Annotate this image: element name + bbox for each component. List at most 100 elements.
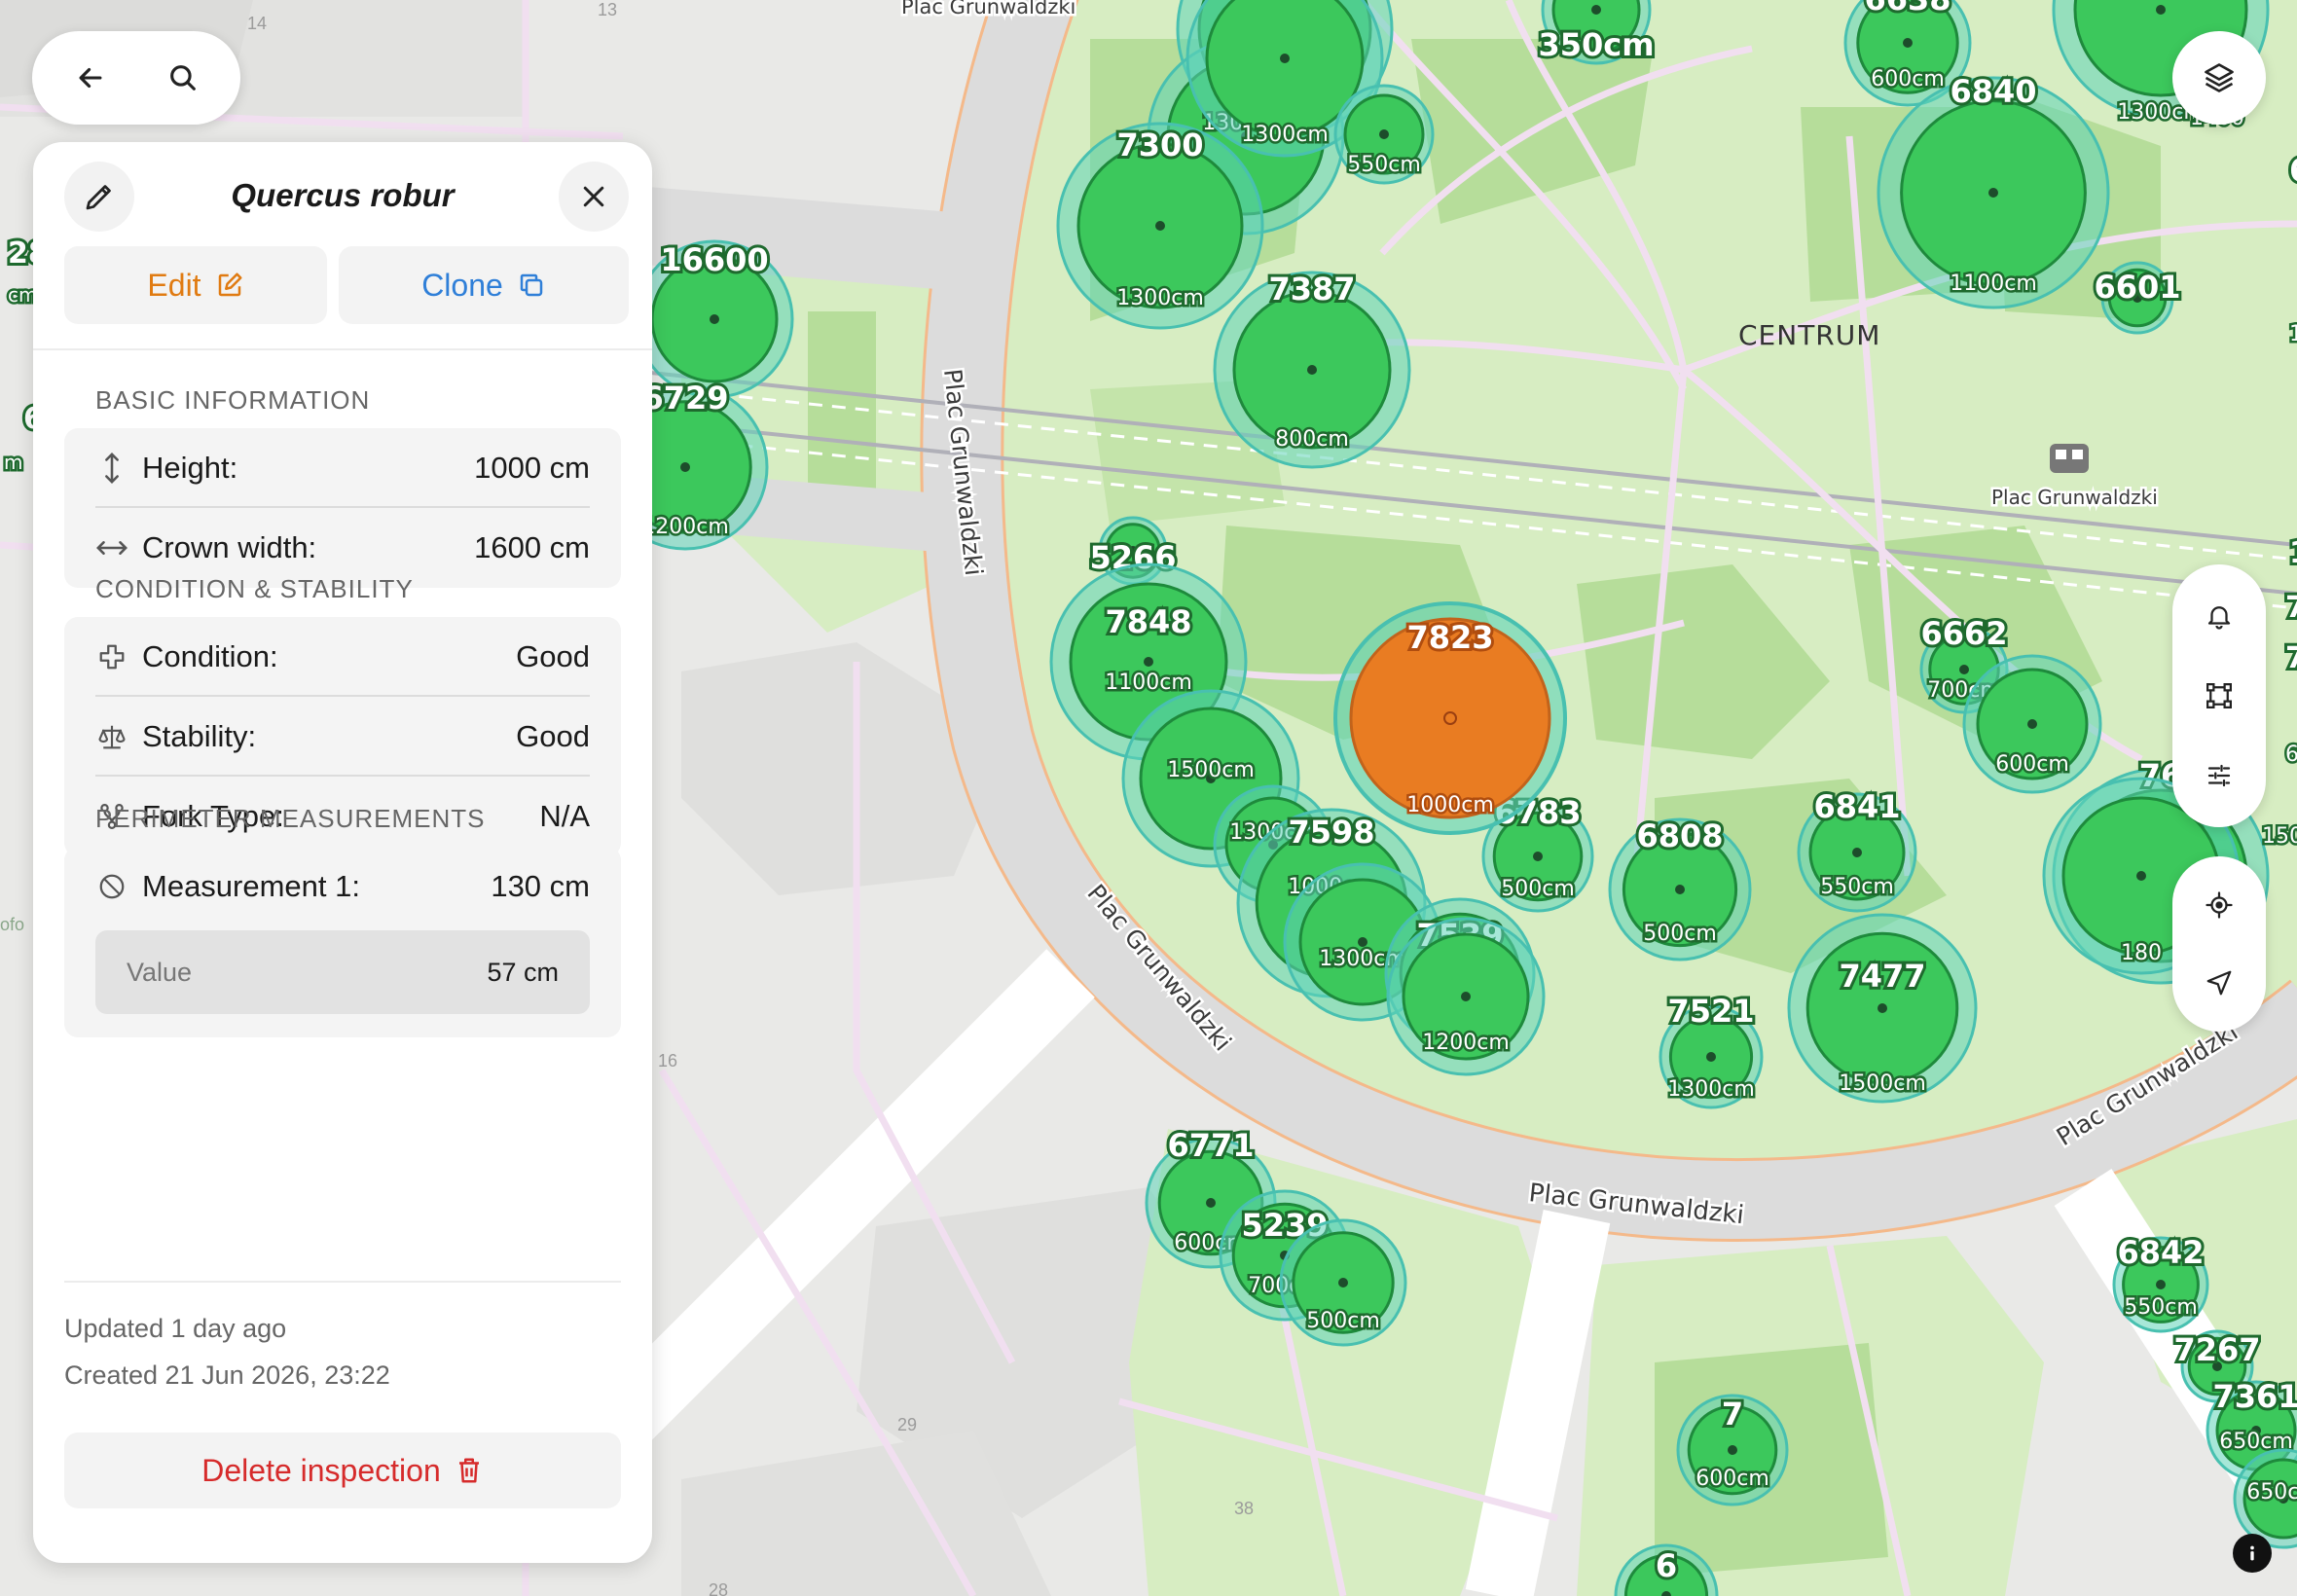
measurement-row: Measurement 1: 130 cm xyxy=(64,847,621,926)
layers-button[interactable] xyxy=(2172,31,2266,125)
back-button[interactable] xyxy=(55,43,126,113)
tree-crown-label: 1500cm xyxy=(1839,1071,1926,1096)
condition-row: Condition: Good xyxy=(64,617,621,697)
search-button[interactable] xyxy=(148,43,218,113)
tree-id-label: 6662 xyxy=(1920,615,2007,652)
height-label: Height: xyxy=(142,451,238,485)
map-tools xyxy=(2172,564,2266,827)
tree-inspection-panel: Quercus robur Edit Clone BASIC INFORMATI… xyxy=(33,142,652,1563)
height-value: 1000 cm xyxy=(474,451,590,485)
info-button[interactable] xyxy=(2233,1534,2272,1573)
tree-crown-label: 1300cm xyxy=(1241,123,1329,147)
selected-tree-crown-label: 1000cm xyxy=(1406,793,1494,817)
building-number: 16 xyxy=(658,1051,677,1070)
arrow-left-icon xyxy=(79,67,101,89)
divider xyxy=(64,1281,621,1283)
basic-info-card: Height: 1000 cm Crown width: 1600 cm xyxy=(64,428,621,588)
scale-icon xyxy=(98,725,126,749)
trash-icon xyxy=(458,1458,479,1483)
close-button[interactable] xyxy=(559,162,629,232)
tree-crown-label: 1100cm xyxy=(1105,671,1192,695)
crown-width-label: Crown width: xyxy=(142,530,317,564)
tree-crown-label: 800cm xyxy=(1275,427,1349,452)
tram-stop-label: Plac Grunwaldzki xyxy=(1991,486,2158,509)
tree-edge-label: 15 xyxy=(2289,322,2297,346)
tree-edge-label: 77 xyxy=(2285,591,2297,625)
tree-crown-label: 600cm xyxy=(1695,1467,1769,1491)
perimeter-card: Measurement 1: 130 cm Value 57 cm xyxy=(64,847,621,1037)
tree-id-label: 6771 xyxy=(1167,1127,1254,1164)
info-icon xyxy=(2250,1545,2254,1561)
tree-edge-label: 6 xyxy=(2289,152,2297,189)
tree-id-label: 7387 xyxy=(1268,271,1355,308)
tree-crown-label: 650cm xyxy=(2246,1480,2297,1505)
partial-map-label: ofo xyxy=(0,915,24,934)
tree-id-label: 6808 xyxy=(1636,817,1723,854)
panel-header: Quercus robur xyxy=(33,142,652,251)
clone-button[interactable]: Clone xyxy=(339,246,629,324)
height-row: Height: 1000 cm xyxy=(64,428,621,508)
stability-label: Stability: xyxy=(142,719,257,753)
measurement-value-field[interactable]: Value 57 cm xyxy=(95,930,590,1014)
value-label: Value xyxy=(127,957,193,987)
navigate-button[interactable] xyxy=(2185,949,2253,1017)
tree-crown-label: 550cm xyxy=(1820,875,1894,899)
tree-crown-label: 550cm xyxy=(1347,153,1421,177)
tree-crown-label: 1200cm xyxy=(1422,1031,1510,1055)
copy-icon xyxy=(520,273,543,297)
sliders-icon xyxy=(2207,764,2231,787)
measurement-label: Measurement 1: xyxy=(142,869,360,903)
delete-inspection-button[interactable]: Delete inspection xyxy=(64,1433,621,1508)
stability-value: Good xyxy=(516,719,590,753)
building-number: 14 xyxy=(247,14,267,33)
tree-id-label: 7267 xyxy=(2173,1331,2260,1368)
select-area-button[interactable] xyxy=(2185,662,2253,730)
notifications-button[interactable] xyxy=(2185,582,2253,650)
tree-id-label: 350cm xyxy=(1538,26,1654,63)
tree-id-label: 6638 xyxy=(1864,0,1951,18)
search-icon xyxy=(169,65,196,91)
height-arrow-icon xyxy=(105,453,119,484)
tree-crown-label: 500cm xyxy=(1501,877,1575,901)
tree-crown-label: 180 xyxy=(2121,941,2162,965)
created-text: Created 21 Jun 2026, 23:22 xyxy=(64,1360,390,1390)
street-label-top: Plac Grunwaldzki xyxy=(901,0,1076,18)
selected-tree-id-label: 7823 xyxy=(1406,619,1493,656)
divider xyxy=(33,348,652,350)
layers-icon xyxy=(2205,63,2234,92)
condition-label: Condition: xyxy=(142,639,278,673)
select-area-icon xyxy=(2206,683,2232,708)
bell-icon xyxy=(2207,606,2231,630)
tree-crown-label: 1100cm xyxy=(1950,272,2037,296)
tree-edge-label: 1 xyxy=(2289,536,2297,570)
tree-crown-label: 1300cm xyxy=(1116,286,1204,310)
tree-edge-label: 1500cm xyxy=(2262,824,2297,849)
width-arrow-icon xyxy=(96,541,128,555)
building-number: 13 xyxy=(598,0,617,19)
tree-crown-label: 500cm xyxy=(1643,922,1717,946)
action-row: Edit Clone xyxy=(64,246,629,324)
tree-crown-label: 500cm xyxy=(1306,1309,1380,1333)
measurement-value: 130 cm xyxy=(491,869,590,903)
value-amount: 57 cm xyxy=(487,957,559,987)
tree-edge-label: m xyxy=(4,451,22,474)
tree-id-label: 7521 xyxy=(1667,993,1754,1030)
tree-crown-label: 1500cm xyxy=(1167,758,1255,782)
tree-id-label: 6729 xyxy=(641,380,728,417)
locate-button[interactable] xyxy=(2185,871,2253,939)
tree-crown-label: 1300cm xyxy=(1667,1077,1755,1102)
tram-icon xyxy=(2050,444,2089,473)
navigate-icon xyxy=(2206,970,2232,996)
tree-id-label: 6 xyxy=(1656,1547,1677,1584)
filters-button[interactable] xyxy=(2185,742,2253,810)
stability-row: Stability: Good xyxy=(64,697,621,777)
edit-button-label: Edit xyxy=(147,267,201,303)
tree-id-label: 7361 xyxy=(2212,1378,2297,1415)
building-number: 29 xyxy=(897,1415,917,1434)
tree-crown-label: 600cm xyxy=(1995,752,2069,777)
edit-button[interactable]: Edit xyxy=(64,246,327,324)
tree-id-label: 6842 xyxy=(2117,1234,2204,1271)
clone-button-label: Clone xyxy=(421,267,503,303)
tree-id-label: 7598 xyxy=(1288,814,1374,851)
section-title-condition: CONDITION & STABILITY xyxy=(95,574,414,603)
